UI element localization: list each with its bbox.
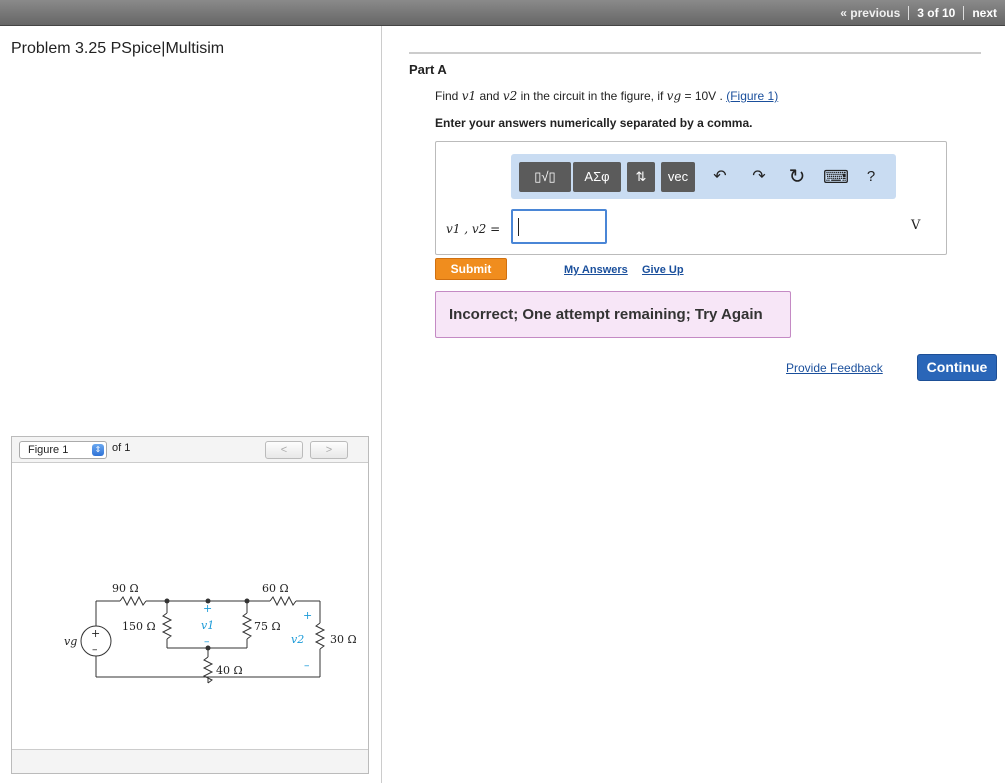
feedback-message: Incorrect; One attempt remaining; Try Ag… <box>435 291 791 338</box>
instruction: Enter your answers numerically separated… <box>435 116 753 130</box>
my-answers-link[interactable]: My Answers <box>564 264 628 276</box>
label-60-ohm: 60 Ω <box>262 582 289 595</box>
problem-title: Problem 3.25 PSpice|Multisim <box>11 40 225 57</box>
v1-plus: + <box>203 602 212 615</box>
answer-input[interactable] <box>511 209 607 244</box>
label-90-ohm: 90 Ω <box>112 582 139 595</box>
var-vg: vg <box>666 89 682 103</box>
submit-button[interactable]: Submit <box>435 258 507 280</box>
chevron-updown-icon: ⇕ <box>92 444 104 456</box>
divider <box>409 52 981 54</box>
figure-count: of 1 <box>112 442 131 454</box>
continue-button[interactable]: Continue <box>917 354 997 381</box>
previous-link[interactable]: « previous <box>832 6 908 20</box>
var-v1: v1 <box>461 89 477 103</box>
circuit-diagram: + – 90 Ω 60 Ω 150 Ω 75 Ω 40 Ω 30 Ω vg + … <box>64 582 357 684</box>
help-icon[interactable]: ? <box>860 166 882 188</box>
source-minus: – <box>92 643 98 656</box>
undo-icon[interactable]: ↶ <box>709 166 731 188</box>
reset-icon[interactable]: ↻ <box>786 166 808 188</box>
top-bar: « previous 3 of 10 next <box>0 0 1005 26</box>
math-toolbar: ▯√▯ ΑΣφ ⇅ vec ↶ ↷ ↻ ⌨ ? <box>511 154 896 199</box>
symbols-button[interactable]: ΑΣφ <box>573 162 621 192</box>
provide-feedback-link[interactable]: Provide Feedback <box>786 361 883 375</box>
figure-select-value: Figure 1 <box>28 444 69 456</box>
label-40-ohm: 40 Ω <box>216 664 243 677</box>
part-title: Part A <box>409 62 447 77</box>
right-panel: Part A Find v1 and v2 in the circuit in … <box>383 26 1005 783</box>
answer-box: ▯√▯ ΑΣφ ⇅ vec ↶ ↷ ↻ ⌨ ? v1 , v2 = V <box>435 141 947 255</box>
updown-button[interactable]: ⇅ <box>627 162 655 192</box>
figure-viewer: Figure 1 ⇕ of 1 < > + – 90 Ω 60 Ω 150 Ω … <box>11 436 369 774</box>
label-vg: vg <box>64 635 77 648</box>
label-150-ohm: 150 Ω <box>122 620 156 633</box>
figure-next-button[interactable]: > <box>310 441 348 459</box>
label-v2: v2 <box>291 633 304 646</box>
left-panel: Problem 3.25 PSpice|Multisim Figure 1 ⇕ … <box>0 26 382 783</box>
label-75-ohm: 75 Ω <box>254 620 281 633</box>
figure-select[interactable]: Figure 1 ⇕ <box>19 441 107 459</box>
v2-minus: – <box>304 659 310 672</box>
answer-label: v1 , v2 = <box>446 222 501 236</box>
vec-button[interactable]: vec <box>661 162 695 192</box>
figure-footer <box>12 749 368 773</box>
answer-unit: V <box>911 218 921 233</box>
redo-icon[interactable]: ↷ <box>748 166 770 188</box>
label-30-ohm: 30 Ω <box>330 633 357 646</box>
templates-button[interactable]: ▯√▯ <box>519 162 571 192</box>
figure-header: Figure 1 ⇕ of 1 < > <box>12 437 368 463</box>
next-link[interactable]: next <box>964 6 1005 20</box>
var-v2: v2 <box>502 89 518 103</box>
v1-minus: – <box>204 635 210 648</box>
v2-plus: + <box>303 609 312 622</box>
figure-prev-button[interactable]: < <box>265 441 303 459</box>
keyboard-icon[interactable]: ⌨ <box>823 166 849 188</box>
problem-navigation: « previous 3 of 10 next <box>832 0 1005 26</box>
source-plus: + <box>91 627 100 640</box>
problem-position: 3 of 10 <box>917 6 956 20</box>
give-up-link[interactable]: Give Up <box>642 264 684 276</box>
figure-link[interactable]: (Figure 1) <box>726 89 778 103</box>
question-text: Find v1 and v2 in the circuit in the fig… <box>435 89 779 103</box>
label-v1: v1 <box>201 619 214 632</box>
